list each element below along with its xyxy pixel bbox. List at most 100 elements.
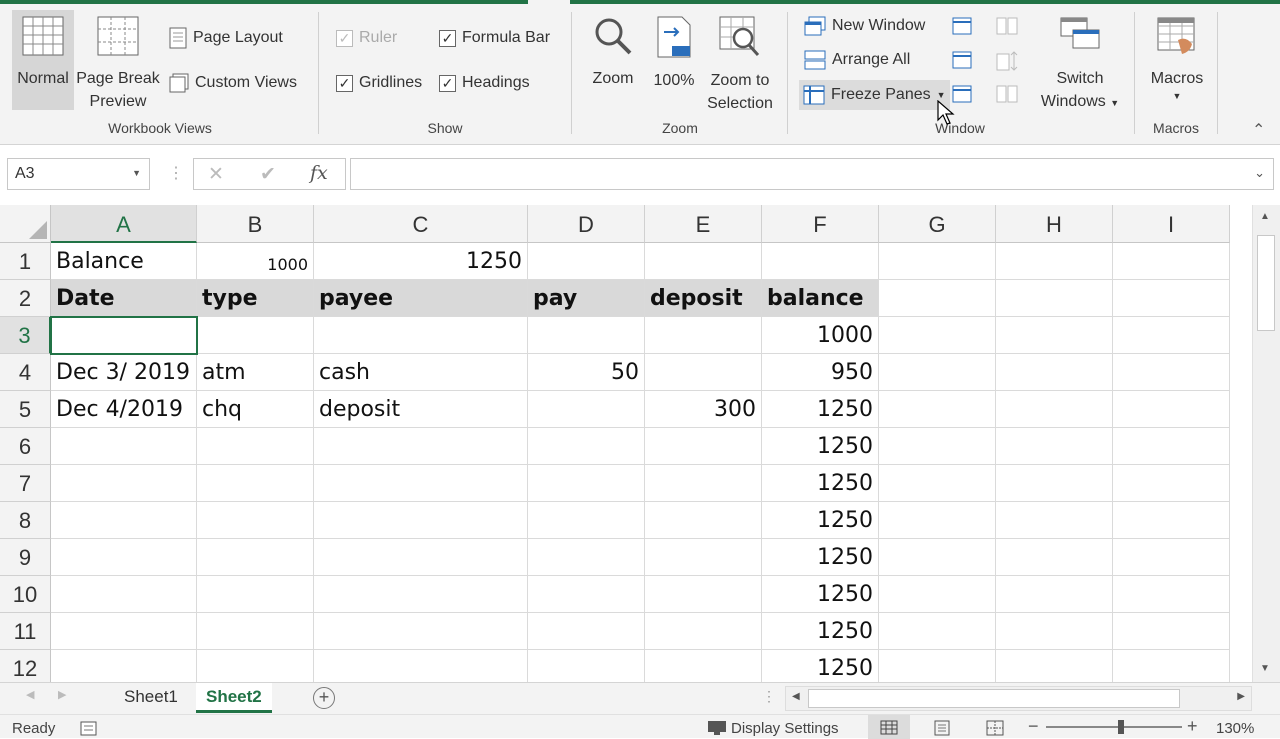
cell-d3[interactable] <box>528 317 645 354</box>
cell-i8[interactable] <box>1113 502 1230 539</box>
freeze-panes-button[interactable]: Freeze Panes ▼ <box>799 80 950 110</box>
cell-i10[interactable] <box>1113 576 1230 613</box>
row-header-3[interactable]: 3 <box>0 317 51 354</box>
cell-f10[interactable]: 1250 <box>762 576 879 613</box>
cell-b2[interactable]: type <box>197 280 314 317</box>
normal-view-status-button[interactable] <box>868 715 910 739</box>
column-header-c[interactable]: C <box>314 205 528 243</box>
row-header-5[interactable]: 5 <box>0 391 51 428</box>
cell-a6[interactable] <box>51 428 197 465</box>
scroll-left-icon[interactable]: ◀ <box>792 691 800 702</box>
cell-i11[interactable] <box>1113 613 1230 650</box>
cell-b7[interactable] <box>197 465 314 502</box>
row-header-1[interactable]: 1 <box>0 243 51 280</box>
cell-c7[interactable] <box>314 465 528 502</box>
cell-d2[interactable]: pay <box>528 280 645 317</box>
cell-f7[interactable]: 1250 <box>762 465 879 502</box>
zoom-to-selection-button[interactable]: Zoom to Selection <box>702 10 778 115</box>
cell-f9[interactable]: 1250 <box>762 539 879 576</box>
cell-i9[interactable] <box>1113 539 1230 576</box>
page-layout-view-icon[interactable] <box>933 720 951 736</box>
vertical-scroll-thumb[interactable] <box>1257 235 1275 331</box>
zoom-slider[interactable] <box>1046 726 1182 728</box>
row-header-11[interactable]: 11 <box>0 613 51 650</box>
cell-c1[interactable]: 1250 <box>314 243 528 280</box>
worksheet-grid[interactable]: ABCDEFGHI 1 2 3 4 5 6 7 8 9 10 11 12 Balance 1000 125… <box>0 205 1252 682</box>
column-header-i[interactable]: I <box>1113 205 1230 243</box>
cell-d1[interactable] <box>528 243 645 280</box>
row-header-12[interactable]: 12 <box>0 650 51 682</box>
reset-window-position-icon[interactable] <box>996 85 1018 103</box>
cell-c5[interactable]: deposit <box>314 391 528 428</box>
custom-views-button[interactable]: Custom Views <box>165 70 301 96</box>
new-window-button[interactable]: New Window <box>800 13 929 39</box>
column-header-a[interactable]: A <box>51 205 197 243</box>
vertical-scrollbar[interactable]: ▲ ▼ <box>1252 205 1280 682</box>
collapse-ribbon-icon[interactable]: ⌃ <box>1252 120 1265 140</box>
cancel-icon[interactable]: ✕ <box>208 163 224 186</box>
column-header-f[interactable]: F <box>762 205 879 243</box>
horizontal-scrollbar[interactable]: ◀ ▶ <box>785 686 1252 711</box>
cell-h11[interactable] <box>996 613 1113 650</box>
scroll-up-icon[interactable]: ▲ <box>1260 211 1270 222</box>
cell-a8[interactable] <box>51 502 197 539</box>
horizontal-scroll-thumb[interactable] <box>808 689 1180 708</box>
cell-e9[interactable] <box>645 539 762 576</box>
unhide-icon[interactable] <box>952 85 972 103</box>
formula-bar-checkbox[interactable]: ✓ Formula Bar <box>435 25 554 51</box>
cell-b6[interactable] <box>197 428 314 465</box>
expand-formula-bar-icon[interactable]: ⌄ <box>1254 165 1265 181</box>
page-break-view-icon[interactable] <box>986 720 1004 736</box>
cell-b12[interactable] <box>197 650 314 682</box>
new-sheet-button[interactable]: + <box>313 687 335 709</box>
row-header-6[interactable]: 6 <box>0 428 51 465</box>
ruler-checkbox[interactable]: ✓ Ruler <box>332 25 401 51</box>
cell-g10[interactable] <box>879 576 996 613</box>
cell-d11[interactable] <box>528 613 645 650</box>
cell-i5[interactable] <box>1113 391 1230 428</box>
cell-a2[interactable]: Date <box>51 280 197 317</box>
cell-d7[interactable] <box>528 465 645 502</box>
cell-b10[interactable] <box>197 576 314 613</box>
cell-b9[interactable] <box>197 539 314 576</box>
row-header-4[interactable]: 4 <box>0 354 51 391</box>
cell-i6[interactable] <box>1113 428 1230 465</box>
cell-g12[interactable] <box>879 650 996 682</box>
cell-f3[interactable]: 1000 <box>762 317 879 354</box>
synchronous-scrolling-icon[interactable] <box>996 51 1018 71</box>
cell-g6[interactable] <box>879 428 996 465</box>
scroll-tabs-left-icon[interactable]: ◀ <box>26 688 34 701</box>
headings-checkbox[interactable]: ✓ Headings <box>435 70 534 96</box>
display-settings-button[interactable]: Display Settings <box>731 720 839 737</box>
cell-c8[interactable] <box>314 502 528 539</box>
cell-h10[interactable] <box>996 576 1113 613</box>
page-layout-button[interactable]: Page Layout <box>165 25 287 51</box>
cell-c12[interactable] <box>314 650 528 682</box>
cell-e8[interactable] <box>645 502 762 539</box>
cell-e12[interactable] <box>645 650 762 682</box>
cell-c11[interactable] <box>314 613 528 650</box>
tab-split-handle-icon[interactable]: ⋮ <box>762 688 776 705</box>
sheet-tab-sheet1[interactable]: Sheet1 <box>114 683 188 713</box>
split-icon[interactable] <box>952 17 972 35</box>
cell-h7[interactable] <box>996 465 1113 502</box>
cell-d4[interactable]: 50 <box>528 354 645 391</box>
cell-e11[interactable] <box>645 613 762 650</box>
row-header-9[interactable]: 9 <box>0 539 51 576</box>
insert-function-icon[interactable]: fx <box>310 162 328 184</box>
page-break-preview-button[interactable]: Page Break Preview <box>76 10 160 113</box>
cell-a10[interactable] <box>51 576 197 613</box>
macros-button[interactable]: Macros ▼ <box>1144 10 1210 102</box>
scroll-right-icon[interactable]: ▶ <box>1237 691 1245 702</box>
cell-c10[interactable] <box>314 576 528 613</box>
switch-windows-button[interactable]: Switch Windows ▼ <box>1034 10 1126 115</box>
cell-a7[interactable] <box>51 465 197 502</box>
cell-d10[interactable] <box>528 576 645 613</box>
cell-c3[interactable] <box>314 317 528 354</box>
cell-b5[interactable]: chq <box>197 391 314 428</box>
dropdown-arrow-icon[interactable]: ▼ <box>132 168 141 178</box>
scroll-down-icon[interactable]: ▼ <box>1260 663 1270 674</box>
cell-g9[interactable] <box>879 539 996 576</box>
cell-h1[interactable] <box>996 243 1113 280</box>
select-all-button[interactable] <box>0 205 51 243</box>
